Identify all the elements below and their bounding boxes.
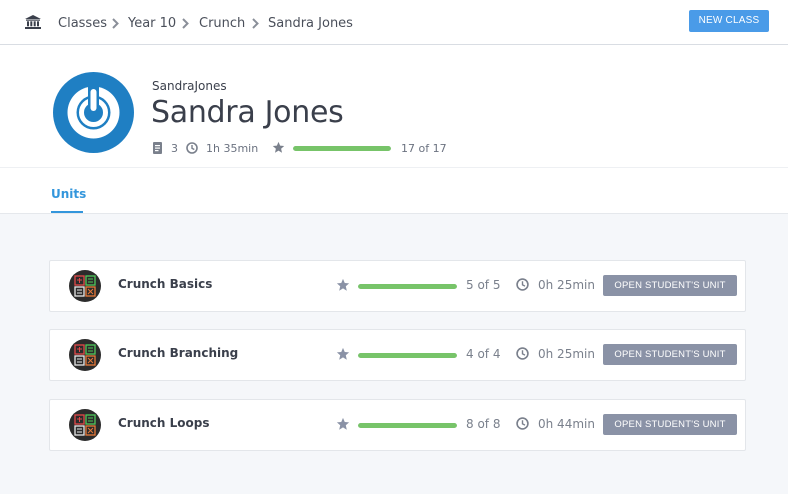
new-class-button[interactable]: NEW CLASS xyxy=(689,10,769,32)
star-icon xyxy=(336,417,350,430)
student-profile: SandraJones Sandra Jones 3 1h 35min 17 o… xyxy=(0,45,788,168)
breadcrumb-year-10[interactable]: Year 10 xyxy=(128,16,176,32)
unit-name: Crunch Loops xyxy=(118,416,210,430)
unit-progress-text: 8 of 8 xyxy=(466,417,501,431)
chevron-right-icon xyxy=(252,18,259,29)
profile-progress-text: 17 of 17 xyxy=(401,142,447,155)
units-count: 3 xyxy=(171,142,178,155)
clock-icon xyxy=(516,278,529,291)
tab-bar: Units xyxy=(0,168,788,214)
unit-name: Crunch Basics xyxy=(118,277,213,291)
unit-card-basics: Crunch Basics 5 of 5 0h 25min OPEN STUDE… xyxy=(49,260,746,312)
page-title: Sandra Jones xyxy=(151,95,344,130)
top-bar: Classes Year 10 Crunch Sandra Jones NEW … xyxy=(0,0,788,45)
clock-icon xyxy=(186,142,198,154)
unit-progress-fill xyxy=(358,284,457,289)
unit-card-branching: Crunch Branching 4 of 4 0h 25min OPEN ST… xyxy=(49,329,746,381)
breadcrumb-crunch[interactable]: Crunch xyxy=(199,16,245,32)
star-icon xyxy=(336,347,350,360)
breadcrumb-current: Sandra Jones xyxy=(268,16,353,31)
chevron-right-icon xyxy=(112,18,119,29)
unit-progress-fill xyxy=(358,353,457,358)
document-icon xyxy=(153,142,162,154)
clock-icon xyxy=(516,417,529,430)
unit-time: 0h 44min xyxy=(538,417,595,431)
clock-icon xyxy=(516,347,529,360)
unit-name: Crunch Branching xyxy=(118,346,239,360)
crunch-unit-icon xyxy=(69,339,101,371)
open-students-unit-button[interactable]: OPEN STUDENT'S UNIT xyxy=(603,344,737,365)
crunch-unit-icon xyxy=(69,409,101,441)
unit-progress-text: 4 of 4 xyxy=(466,347,501,361)
unit-card-loops: Crunch Loops 8 of 8 0h 44min OPEN STUDEN… xyxy=(49,399,746,451)
unit-progress-fill xyxy=(358,423,457,428)
breadcrumb-classes[interactable]: Classes xyxy=(58,16,107,32)
unit-progress-bar xyxy=(358,353,457,358)
crunch-unit-icon xyxy=(69,270,101,302)
open-students-unit-button[interactable]: OPEN STUDENT'S UNIT xyxy=(603,275,737,296)
unit-time: 0h 25min xyxy=(538,278,595,292)
tab-units[interactable]: Units xyxy=(51,187,86,201)
star-icon xyxy=(272,141,285,153)
star-icon xyxy=(336,278,350,291)
avatar xyxy=(53,72,134,153)
unit-time: 0h 25min xyxy=(538,347,595,361)
open-students-unit-button[interactable]: OPEN STUDENT'S UNIT xyxy=(603,414,737,435)
tab-active-indicator xyxy=(51,211,83,213)
unit-progress-bar xyxy=(358,423,457,428)
unit-progress-text: 5 of 5 xyxy=(466,278,501,292)
unit-progress-bar xyxy=(358,284,457,289)
profile-progress-fill xyxy=(293,146,391,151)
institution-icon[interactable] xyxy=(25,15,41,29)
chevron-right-icon xyxy=(182,18,189,29)
time-spent: 1h 35min xyxy=(206,142,259,155)
profile-progress-bar xyxy=(293,146,391,151)
username: SandraJones xyxy=(152,79,227,93)
